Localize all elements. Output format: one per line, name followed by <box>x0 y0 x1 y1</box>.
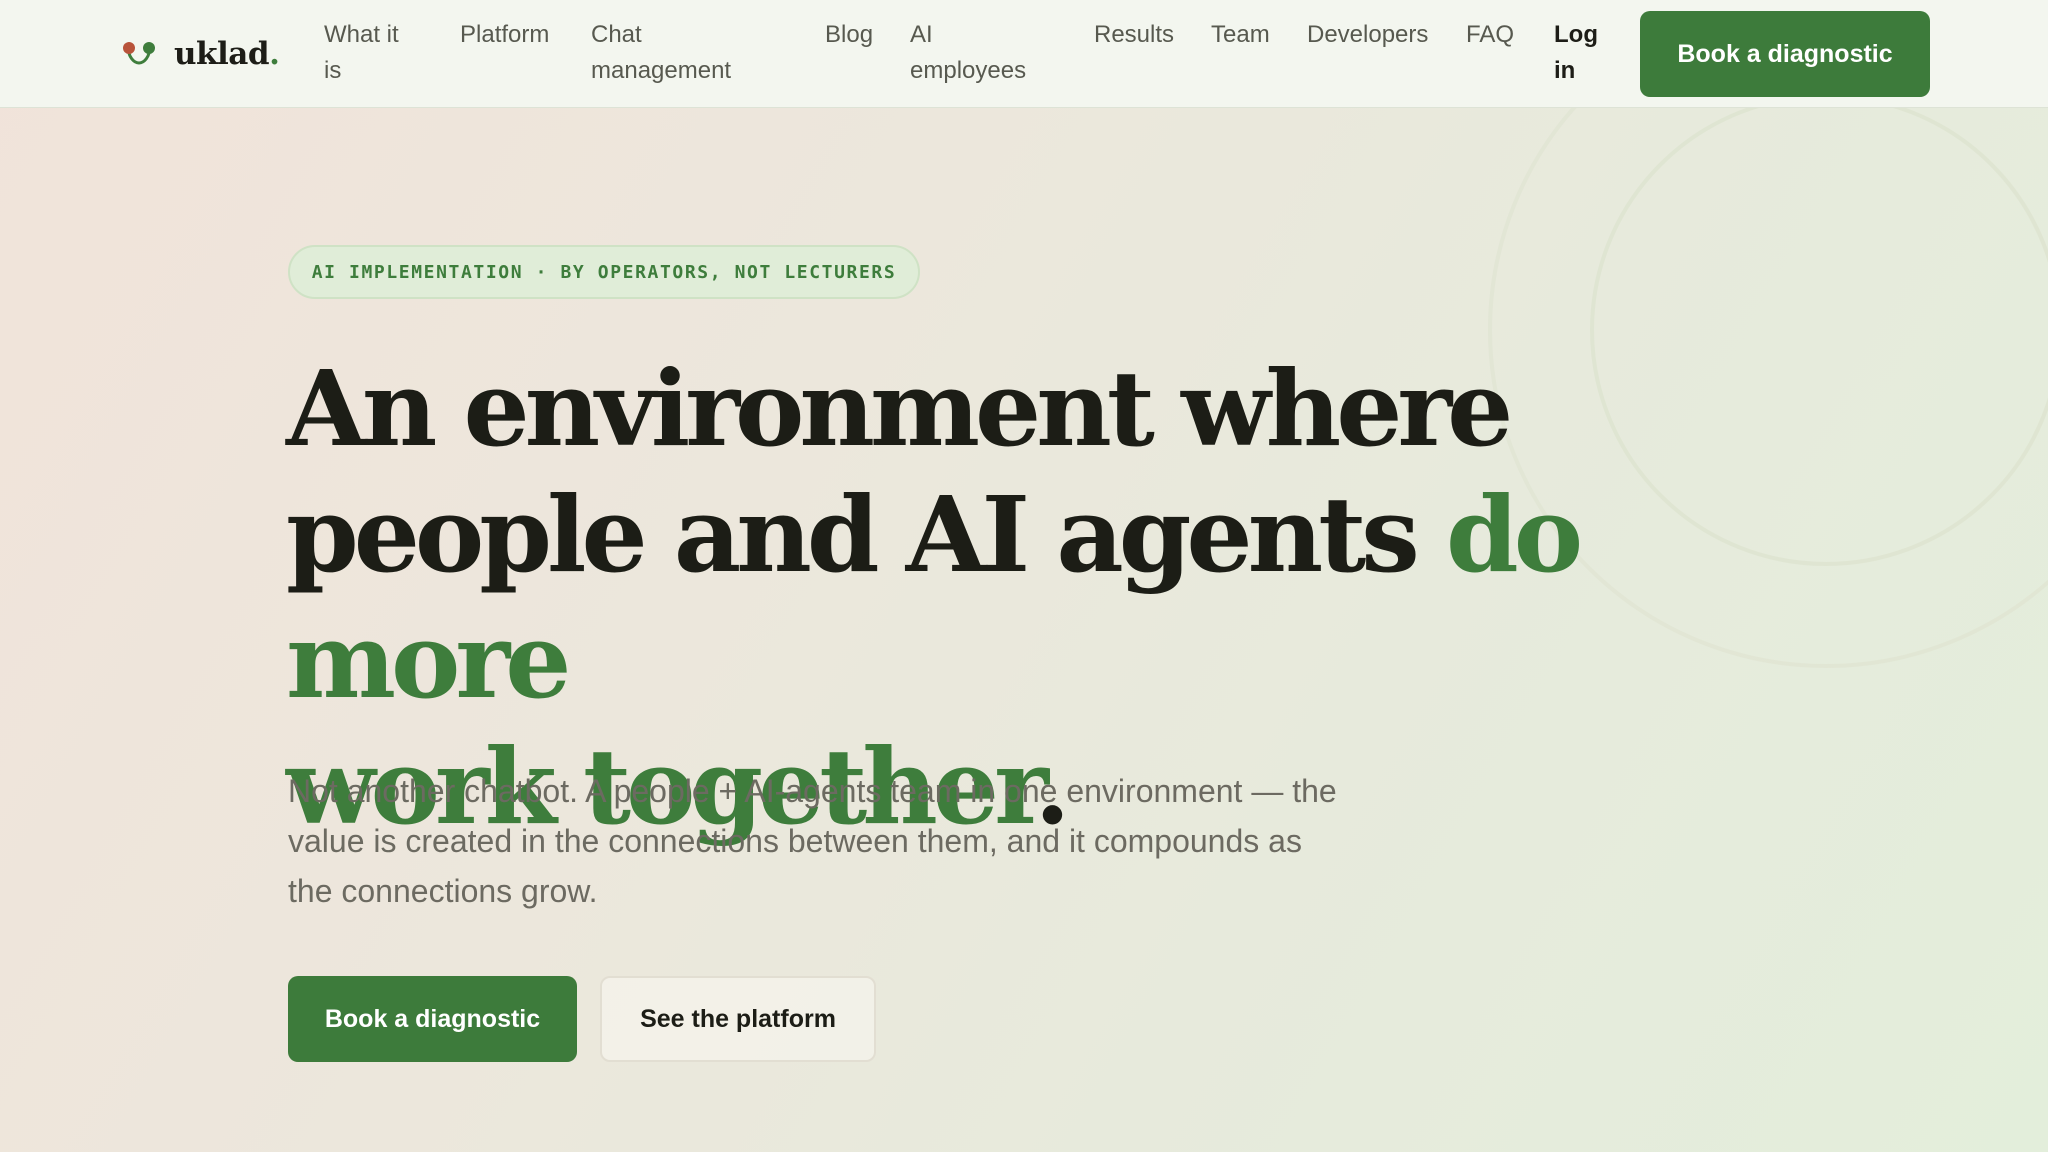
uklad-logo-icon <box>123 42 155 65</box>
nav-team[interactable]: Team <box>1211 17 1270 53</box>
nav-blog[interactable]: Blog <box>825 17 873 53</box>
see-platform-button[interactable]: See the platform <box>600 976 876 1062</box>
nav-platform[interactable]: Platform <box>460 17 549 53</box>
nav-ai-employees[interactable]: AI employees <box>910 17 1026 89</box>
nav-results[interactable]: Results <box>1094 17 1174 53</box>
nav-developers[interactable]: Developers <box>1307 17 1428 53</box>
hero-book-diagnostic-button[interactable]: Book a diagnostic <box>288 976 577 1062</box>
nav-faq[interactable]: FAQ <box>1466 17 1514 53</box>
header-book-diagnostic-button[interactable]: Book a diagnostic <box>1640 11 1930 97</box>
login-link[interactable]: Log in <box>1554 17 1598 89</box>
hero-eyebrow-badge: AI IMPLEMENTATION · BY OPERATORS, NOT LE… <box>288 245 920 299</box>
site-header: uklad. What it is Platform Chat management… <box>0 0 2048 108</box>
nav-what-it-is[interactable]: What it is <box>324 17 399 89</box>
logo-wordmark: uklad. <box>174 36 280 72</box>
logo[interactable]: uklad. <box>122 34 280 74</box>
nav-chat-management[interactable]: Chat management <box>591 17 731 89</box>
hero-subtext: Not another chatbot. A people + AI-agent… <box>288 773 1337 909</box>
